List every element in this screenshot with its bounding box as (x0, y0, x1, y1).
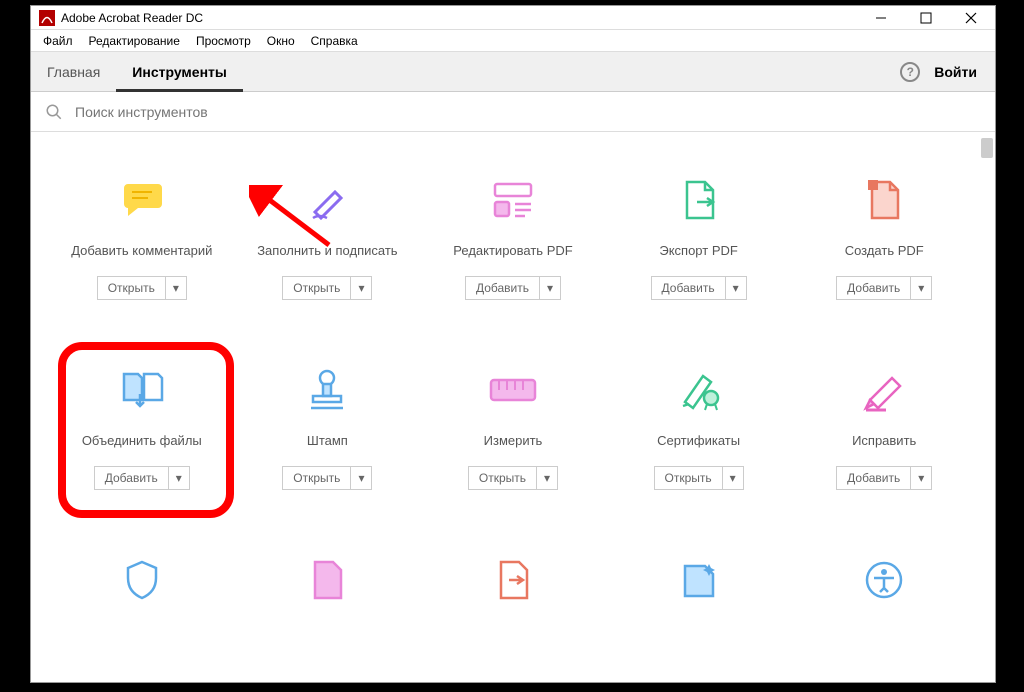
tool-measure[interactable]: Измерить Открыть▾ (420, 366, 606, 556)
scrollbar-thumb[interactable] (981, 138, 993, 158)
window-title: Adobe Acrobat Reader DC (61, 11, 858, 25)
menu-file[interactable]: Файл (35, 32, 81, 50)
tools-content: Добавить комментарий Открыть▾ Заполнить … (31, 132, 995, 681)
pen-icon (303, 176, 351, 224)
tool-fillsign[interactable]: Заполнить и подписать Открыть▾ (235, 176, 421, 366)
stamp-icon (303, 366, 351, 414)
menu-view[interactable]: Просмотр (188, 32, 259, 50)
tool-action-button[interactable]: Добавить▾ (836, 466, 932, 490)
tool-stamp[interactable]: Штамп Открыть▾ (235, 366, 421, 556)
tool-label: Заполнить и подписать (257, 234, 397, 268)
tool-action-button[interactable]: Открыть▾ (468, 466, 558, 490)
search-input[interactable] (75, 104, 375, 120)
tool-partial-5[interactable] (791, 556, 977, 681)
shield-icon (118, 556, 166, 604)
tool-action-button[interactable]: Открыть▾ (97, 276, 187, 300)
menu-edit[interactable]: Редактирование (81, 32, 188, 50)
tool-label: Создать PDF (845, 234, 924, 268)
page-arrow-icon (489, 556, 537, 604)
app-window: Adobe Acrobat Reader DC Файл Редактирова… (30, 5, 996, 683)
menu-bar: Файл Редактирование Просмотр Окно Справк… (31, 30, 995, 52)
tool-partial-2[interactable] (235, 556, 421, 681)
tab-tools[interactable]: Инструменты (116, 52, 243, 92)
close-button[interactable] (948, 6, 993, 30)
search-icon (45, 103, 63, 121)
title-bar: Adobe Acrobat Reader DC (31, 6, 995, 30)
tool-label: Измерить (484, 424, 543, 458)
help-icon[interactable]: ? (900, 62, 920, 82)
tool-action-button[interactable]: Открыть▾ (282, 276, 372, 300)
tool-label: Добавить комментарий (71, 234, 212, 268)
login-button[interactable]: Войти (934, 64, 977, 80)
tool-partial-4[interactable] (606, 556, 792, 681)
comment-icon (118, 176, 166, 224)
export-icon (675, 176, 723, 224)
menu-help[interactable]: Справка (303, 32, 366, 50)
combine-icon (118, 366, 166, 414)
sparkle-page-icon (675, 556, 723, 604)
tab-bar: Главная Инструменты ? Войти (31, 52, 995, 92)
tool-action-button[interactable]: Добавить▾ (651, 276, 747, 300)
tool-label: Редактировать PDF (453, 234, 572, 268)
page-icon (303, 556, 351, 604)
a11y-icon (860, 556, 908, 604)
tool-label: Штамп (307, 424, 348, 458)
tool-label: Исправить (852, 424, 916, 458)
tool-cert[interactable]: Сертификаты Открыть▾ (606, 366, 792, 556)
tab-home[interactable]: Главная (31, 52, 116, 92)
marker-icon (860, 366, 908, 414)
tool-export[interactable]: Экспорт PDF Добавить▾ (606, 176, 792, 366)
tool-comment[interactable]: Добавить комментарий Открыть▾ (49, 176, 235, 366)
tools-grid: Добавить комментарий Открыть▾ Заполнить … (31, 132, 995, 681)
tool-partial-3[interactable] (420, 556, 606, 681)
tool-label: Объединить файлы (82, 424, 202, 458)
tool-label: Сертификаты (657, 424, 740, 458)
certificate-icon (675, 366, 723, 414)
minimize-button[interactable] (858, 6, 903, 30)
menu-window[interactable]: Окно (259, 32, 303, 50)
ruler-icon (489, 366, 537, 414)
edit-icon (489, 176, 537, 224)
tool-action-button[interactable]: Добавить▾ (94, 466, 190, 490)
tool-action-button[interactable]: Открыть▾ (654, 466, 744, 490)
tool-label: Экспорт PDF (659, 234, 737, 268)
tool-combine[interactable]: Объединить файлы Добавить▾ (49, 366, 235, 556)
tool-action-button[interactable]: Добавить▾ (836, 276, 932, 300)
tool-action-button[interactable]: Открыть▾ (282, 466, 372, 490)
acrobat-icon (39, 10, 55, 26)
tool-redact[interactable]: Исправить Добавить▾ (791, 366, 977, 556)
create-icon (860, 176, 908, 224)
tool-create[interactable]: Создать PDF Добавить▾ (791, 176, 977, 366)
tool-partial-1[interactable] (49, 556, 235, 681)
maximize-button[interactable] (903, 6, 948, 30)
tool-editpdf[interactable]: Редактировать PDF Добавить▾ (420, 176, 606, 366)
search-bar (31, 92, 995, 132)
tool-action-button[interactable]: Добавить▾ (465, 276, 561, 300)
